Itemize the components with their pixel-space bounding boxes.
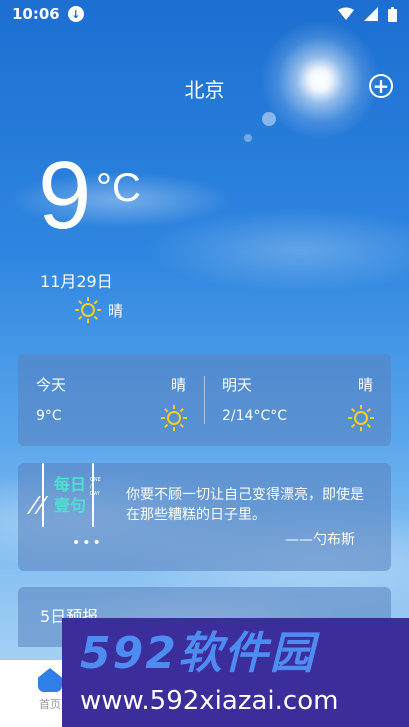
sun-icon xyxy=(161,405,187,431)
quote-text: 你要不顾一切让自己变得漂亮，即使是在那些糟糕的日子里。 xyxy=(126,487,364,524)
today-condition: 晴 xyxy=(170,376,186,394)
lens-flare xyxy=(244,134,252,142)
add-circle-icon: + xyxy=(372,74,390,98)
status-bar: 10:06 ↓ xyxy=(0,0,409,28)
today-tomorrow-card: 今天 晴 9°C 明天 晴 2/14°C°C xyxy=(18,354,391,446)
stamp-title: 每日 壹句 xyxy=(53,475,86,515)
battery-icon xyxy=(388,6,397,22)
stamp-side-text: ONE / DAY xyxy=(90,477,101,497)
tomorrow-condition: 晴 xyxy=(357,376,373,394)
dots-decoration: ••• xyxy=(72,535,103,551)
watermark-url: www.592xiazai.com xyxy=(80,686,339,716)
wifi-icon xyxy=(338,7,354,20)
download-icon: ↓ xyxy=(67,6,84,22)
tomorrow-column: 明天 晴 2/14°C°C xyxy=(204,354,391,446)
add-city-button[interactable]: + xyxy=(369,74,393,98)
quote-author: ——勺布斯 xyxy=(285,532,355,548)
today-label: 今天 xyxy=(36,376,67,394)
status-time: 10:06 xyxy=(12,5,60,23)
tomorrow-temp: 2/14°C°C xyxy=(222,408,287,424)
current-temperature: 9 xyxy=(38,142,92,249)
sun-icon xyxy=(75,297,101,323)
tomorrow-label: 明天 xyxy=(222,376,253,394)
city-title[interactable]: 北京 xyxy=(0,74,409,103)
temperature-unit: °C xyxy=(96,166,141,210)
today-temp: 9°C xyxy=(36,408,62,424)
signal-icon xyxy=(364,7,378,21)
current-condition: 晴 xyxy=(108,301,124,320)
watermark-brand: 592软件园 xyxy=(80,628,316,679)
home-icon xyxy=(38,668,62,692)
today-column: 今天 晴 9°C xyxy=(18,354,204,446)
watermark-banner: 592软件园 www.592xiazai.com xyxy=(62,618,409,727)
status-icons xyxy=(338,6,397,22)
daily-quote-card[interactable]: // 每日 壹句 ONE / DAY ••• 你要不顾一切让自己变得漂亮，即使是… xyxy=(18,463,391,571)
lens-flare xyxy=(262,112,276,126)
nav-home-label: 首页 xyxy=(39,698,61,711)
sun-icon xyxy=(348,405,374,431)
current-condition-row: 晴 xyxy=(74,296,123,324)
current-date: 11月29日 xyxy=(40,272,113,291)
